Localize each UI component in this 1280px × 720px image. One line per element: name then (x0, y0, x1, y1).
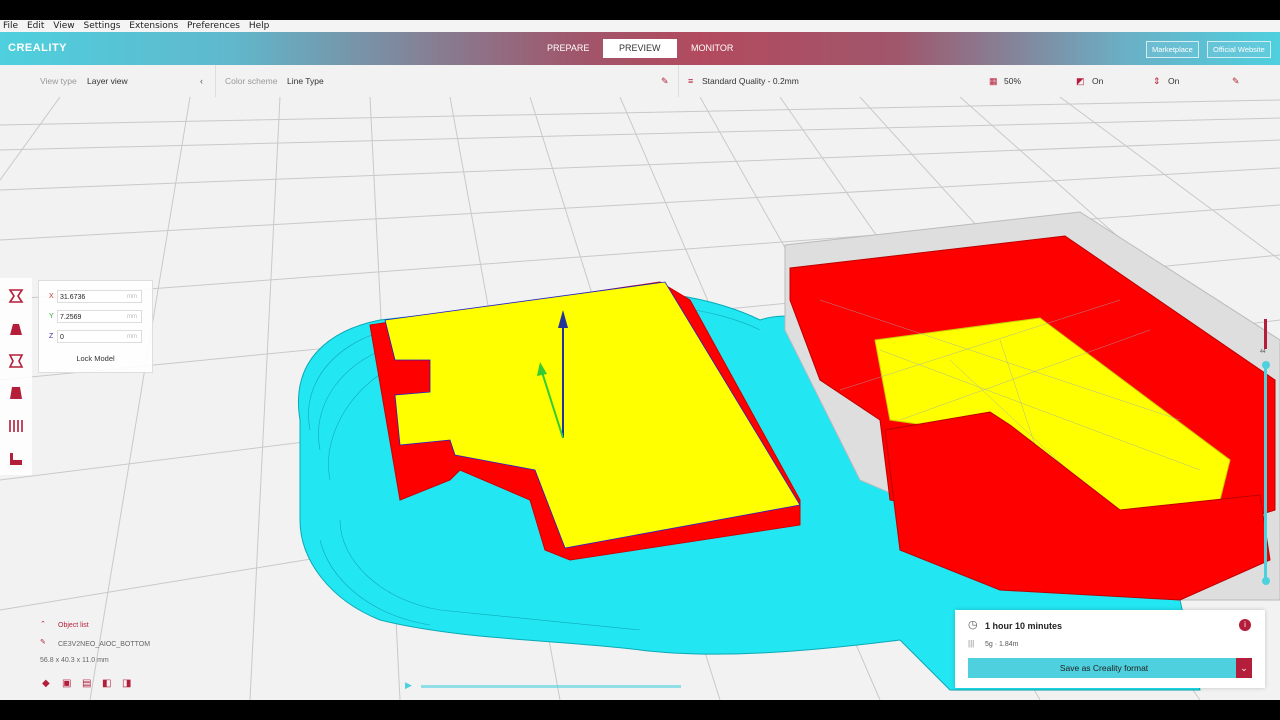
layer-slider-track (1264, 364, 1267, 584)
simulation-slider[interactable]: ▶ (405, 680, 685, 690)
menu-bar: File Edit View Settings Extensions Prefe… (0, 20, 1280, 32)
menu-help[interactable]: Help (249, 21, 270, 31)
top-view-icon[interactable]: ▤ (82, 678, 91, 689)
mirror-tool-icon[interactable] (7, 384, 25, 402)
bottom-bar (0, 700, 1280, 720)
adhesion-value[interactable]: On (1168, 76, 1179, 86)
x-axis-label: X (49, 293, 54, 300)
pencil-icon[interactable]: ✎ (661, 76, 669, 87)
y-coordinate-input[interactable]: 7.2569 mm (57, 310, 142, 323)
pencil-icon[interactable]: ✎ (1232, 76, 1240, 87)
divider (215, 65, 216, 97)
infill-value[interactable]: 50% (1004, 76, 1021, 86)
chevron-down-icon[interactable]: ⌄ (1236, 658, 1252, 678)
z-value: 0 (60, 334, 64, 341)
spool-icon: ||| (968, 639, 975, 648)
color-scheme-dropdown[interactable]: Line Type (287, 76, 324, 86)
unit-label: mm (127, 334, 137, 340)
unit-label: mm (127, 294, 137, 300)
per-model-settings-icon[interactable] (7, 450, 25, 468)
simulation-track[interactable] (421, 685, 681, 688)
object-dimensions: 56.8 x 40.3 x 11.0 mm (40, 657, 109, 664)
front-view-icon[interactable]: ▣ (62, 678, 71, 689)
material-usage: 5g · 1.84m (985, 641, 1019, 648)
quality-profile[interactable]: Standard Quality - 0.2mm (702, 76, 799, 86)
menu-settings[interactable]: Settings (83, 21, 120, 31)
lock-model-checkbox[interactable]: Lock Model (39, 354, 152, 363)
support-icon: ◩ (1076, 76, 1085, 86)
color-scheme-label: Color scheme (225, 76, 278, 86)
support-value[interactable]: On (1092, 76, 1103, 86)
layer-slider[interactable]: 44 (1260, 319, 1270, 585)
info-icon[interactable]: i (1239, 619, 1251, 631)
3d-view-icon[interactable]: ◆ (42, 678, 50, 689)
camera-view-buttons: ◆ ▣ ▤ ◧ ◨ (42, 678, 142, 690)
z-coordinate-input[interactable]: 0 mm (57, 330, 142, 343)
divider (678, 65, 679, 97)
infill-icon: ▦ (989, 76, 998, 86)
x-coordinate-input[interactable]: 31.6736 mm (57, 290, 142, 303)
tab-monitor[interactable]: MONITOR (675, 39, 749, 58)
print-time: 1 hour 10 minutes (985, 621, 1063, 631)
clock-icon: ◷ (968, 619, 978, 631)
creality-logo: CREALITY (8, 42, 67, 54)
menu-view[interactable]: View (53, 21, 74, 31)
chevron-left-icon[interactable]: ‹ (200, 76, 203, 86)
layer-slider-thumb[interactable] (1262, 361, 1270, 369)
right-view-icon[interactable]: ◨ (122, 678, 131, 689)
object-list: ⌃ Object list ✎ CE3V2NEO_AIOC_BOTTOM 56.… (40, 618, 180, 668)
move-panel: X 31.6736 mm Y 7.2569 mm Z 0 mm Lock Model (38, 280, 153, 373)
marketplace-button[interactable]: Marketplace (1146, 41, 1199, 58)
z-axis-label: Z (49, 333, 54, 340)
chevron-up-icon[interactable]: ⌃ (40, 620, 46, 628)
y-axis-label: Y (49, 313, 54, 320)
object-name: CE3V2NEO_AIOC_BOTTOM (58, 641, 151, 648)
print-info-panel: ◷ 1 hour 10 minutes i ||| 5g · 1.84m Sav… (955, 610, 1265, 688)
adhesion-icon: ⇕ (1153, 76, 1161, 86)
move-tool-icon[interactable] (7, 287, 25, 305)
y-value: 7.2569 (60, 314, 82, 321)
unit-label: mm (127, 314, 137, 320)
play-icon[interactable]: ▶ (405, 680, 412, 691)
rotate-tool-icon[interactable] (7, 352, 25, 370)
menu-edit[interactable]: Edit (27, 21, 44, 31)
x-value: 31.6736 (60, 294, 86, 301)
view-settings-bar: View type Layer view ‹ Color scheme Line… (0, 65, 1280, 97)
pencil-icon[interactable]: ✎ (40, 638, 46, 646)
tab-preview[interactable]: PREVIEW (603, 39, 677, 58)
layer-number-label: 44 (1260, 349, 1266, 355)
menu-file[interactable]: File (3, 21, 18, 31)
support-blocker-icon[interactable] (7, 417, 25, 435)
layer-slider-upper-handle[interactable] (1264, 319, 1267, 349)
view-type-label: View type (40, 76, 77, 86)
menu-extensions[interactable]: Extensions (129, 21, 178, 31)
tool-sidebar (0, 278, 32, 475)
profile-icon: ≡ (688, 76, 694, 86)
scale-tool-icon[interactable] (7, 320, 25, 338)
save-button[interactable]: Save as Creality format (968, 658, 1240, 678)
official-website-button[interactable]: Official Website (1207, 41, 1271, 58)
menu-preferences[interactable]: Preferences (187, 21, 240, 31)
app-header: CREALITY PREPARE PREVIEW MONITOR Marketp… (0, 32, 1280, 65)
left-view-icon[interactable]: ◧ (102, 678, 111, 689)
layer-slider-lower-thumb[interactable] (1262, 577, 1270, 585)
tab-prepare[interactable]: PREPARE (531, 39, 605, 58)
view-type-dropdown[interactable]: Layer view (87, 76, 128, 86)
object-list-title[interactable]: Object list (58, 622, 89, 629)
